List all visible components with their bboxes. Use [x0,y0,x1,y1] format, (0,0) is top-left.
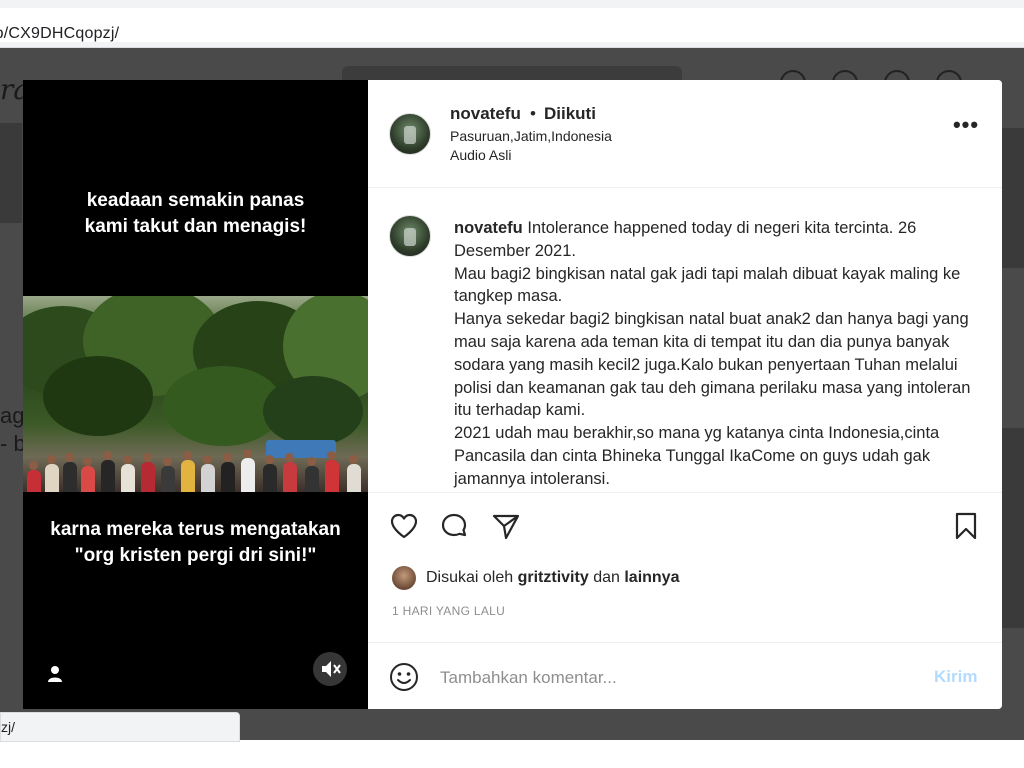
comment-input[interactable] [440,667,920,689]
video-frame [23,296,368,492]
likes-prefix: Disukai oleh [426,569,514,586]
separator-dot: • [530,104,536,123]
likes-joiner: dan [593,569,620,586]
background-text: ag [0,403,25,428]
post-header: novatefu • Diikuti Pasuruan,Jatim,Indone… [368,80,1002,188]
video-player[interactable]: keadaan semakin panas kami takut dan men… [23,80,368,709]
speaker-muted-icon[interactable] [313,652,347,686]
crowd [23,449,368,492]
add-comment-bar: Kirim [368,642,1002,709]
bookmark-icon[interactable] [950,510,982,542]
user-icon[interactable] [47,665,63,683]
video-caption-top: keadaan semakin panas kami takut dan men… [23,188,368,240]
video-caption-line: keadaan semakin panas [86,190,305,211]
video-caption-line: kami takut dan menagis! [84,216,307,237]
post-details-panel: novatefu • Diikuti Pasuruan,Jatim,Indone… [368,80,1002,709]
post-modal: keadaan semakin panas kami takut dan men… [23,80,1002,709]
caption-line: 2021 udah mau berakhir,so mana yg katany… [454,424,940,488]
video-caption-line: karna mereka terus mengatakan [50,519,341,540]
caption-line: Mau bagi2 bingkisan natal gak jadi tapi … [454,264,961,306]
avatar[interactable] [389,215,431,257]
video-caption-line: "org kristen pergi dri sini!" [74,545,317,566]
post-audio[interactable]: Audio Asli [450,147,511,163]
post-caption: novatefu Intolerance happened today di n… [454,217,984,491]
send-comment-button[interactable]: Kirim [934,667,977,687]
likes-summary: Disukai oleh gritztivity dan lainnya [392,566,679,590]
comment-bubble-icon[interactable] [438,510,470,542]
browser-bottom-area [0,740,1024,768]
post-username[interactable]: novatefu [450,104,521,124]
avatar[interactable] [389,113,431,155]
address-bar[interactable]: /p/CX9DHCqopzj/ [0,8,1024,42]
video-caption-bottom: karna mereka terus mengatakan "org krist… [23,517,368,569]
more-options-icon[interactable]: ••• [946,114,986,138]
avatar[interactable] [392,566,416,590]
address-bar-url[interactable]: /p/CX9DHCqopzj/ [0,25,119,43]
post-timestamp[interactable]: 1 HARI YANG LALU [392,604,505,618]
paper-plane-icon[interactable] [490,510,522,542]
caption-line: Intolerance happened today di negeri kit… [454,219,917,260]
caption-area: novatefu Intolerance happened today di n… [368,189,1002,493]
background-story [0,123,22,223]
heart-icon[interactable] [388,510,420,542]
background-text: - b [0,431,26,456]
post-location[interactable]: Pasuruan,Jatim,Indonesia [450,128,612,144]
follow-status-button[interactable]: Diikuti [544,104,596,124]
background-card [1002,128,1024,268]
likes-others-link[interactable]: lainnya [624,569,679,587]
caption-line: Hanya sekedar bagi2 bingkisan natal buat… [454,310,971,420]
background-card [1002,428,1024,628]
liker-username[interactable]: gritztivity [518,569,589,587]
browser-toolbar: /p/CX9DHCqopzj/ [0,0,1024,48]
smiley-icon[interactable] [389,662,419,692]
action-bar [368,510,1002,550]
caption-username[interactable]: novatefu [454,219,523,237]
link-status-bubble: zj/ [0,712,240,742]
